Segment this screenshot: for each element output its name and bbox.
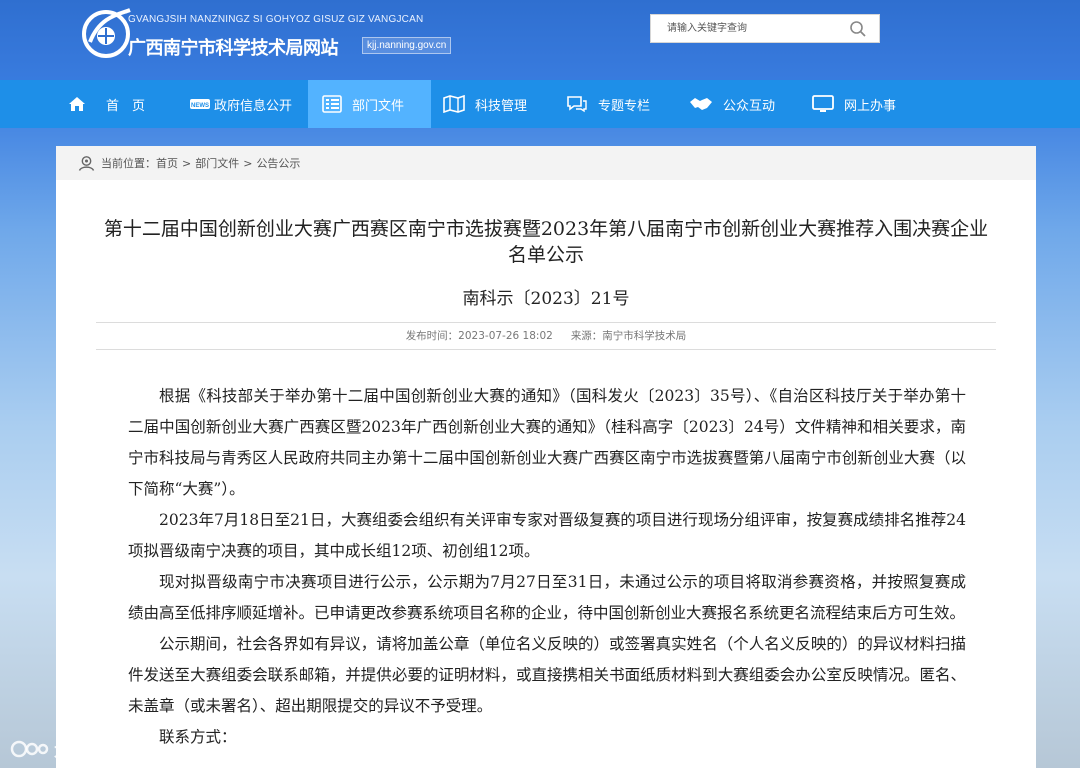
document-number: 南科示〔2023〕21号 [462,289,630,309]
search-box [650,14,880,43]
nav-label: 公众互动 [723,98,776,114]
breadcrumb-prefix: 当前位置： [101,157,156,170]
svg-text:NEWS: NEWS [191,103,209,109]
article-paragraph: 现对拟晋级南宁市决赛项目进行公示，公示期为7月27日至31日，未通过公示的项目将… [128,573,966,622]
handshake-icon [690,98,712,110]
home-icon [69,97,85,111]
publish-time: 发布时间：2023-07-26 18:02 [405,330,553,342]
breadcrumb: 当前位置： 首页 > 部门文件 > 公告公示 [56,146,1036,180]
nav-item-online-service[interactable]: 网上办事 [800,80,940,128]
article-title: 第十二届中国创新创业大赛广西赛区南宁市选拔赛暨2023年第八届南宁市创新创业大赛… [103,218,989,266]
article-paragraph: 2023年7月18日至21日，大赛组委会组织有关评审专家对晋级复赛的项目进行现场… [128,511,966,560]
location-icon [78,155,95,171]
nav-item-special[interactable]: 专题专栏 [554,80,677,128]
nav-item-tech-mgmt[interactable]: 科技管理 [431,80,554,128]
main-nav: 首 页 NEWS 政府信息公开 部门文件 科技管理 专题专栏 公众互动 网上办事 [0,80,1080,128]
nav-label: 网上办事 [844,98,897,114]
chat-icon [567,96,587,113]
logo-emblem-icon [82,8,131,58]
site-subtitle: GVANGJSIH NANZNINGZ SI GOHYOZ GISUZ GIZ … [128,14,424,25]
site-name: 广西南宁市科学技术局网站 [128,38,339,59]
monitor-icon [812,95,834,112]
article-meta: 发布时间：2023-07-26 18:02 来源：南宁市科学技术局 [96,322,996,350]
article-body: 根据《科技部关于举办第十二届中国创新创业大赛的通知》（国科发火〔2023〕35号… [128,381,966,753]
article-paragraph: 根据《科技部关于举办第十二届中国创新创业大赛的通知》（国科发火〔2023〕35号… [128,387,966,498]
site-header: GVANGJSIH NANZNINGZ SI GOHYOZ GISUZ GIZ … [0,0,1080,80]
search-input[interactable] [651,15,841,42]
breadcrumb-separator: > [243,156,253,170]
breadcrumb-separator: > [182,156,192,170]
document-list-icon [322,95,342,113]
site-domain: kjj.nanning.gov.cn [362,37,452,54]
content-panel: 当前位置： 首页 > 部门文件 > 公告公示 第十二届中国创新创业大赛广西赛区南… [56,146,1036,768]
nav-item-gov-info[interactable]: NEWS 政府信息公开 [170,80,308,128]
watermark-text: 大数跨境 [54,741,122,761]
nav-item-home[interactable]: 首 页 [0,80,170,128]
nav-label: 首 页 [106,98,146,114]
nav-item-interaction[interactable]: 公众互动 [677,80,800,128]
nav-item-dept-docs[interactable]: 部门文件 [308,80,431,128]
nav-label: 政府信息公开 [214,98,293,114]
nav-label: 部门文件 [352,98,405,114]
breadcrumb-link-home[interactable]: 首页 [156,155,178,171]
article-paragraph: 公示期间，社会各界如有异议，请将加盖公章（单位名义反映的）或签署真实姓名（个人名… [128,635,966,715]
search-icon[interactable] [849,20,867,38]
watermark-logo-icon [10,740,49,757]
breadcrumb-link-dept-docs[interactable]: 部门文件 [195,155,239,171]
map-icon [443,95,465,113]
nav-label: 科技管理 [475,98,528,114]
site-logo[interactable]: GVANGJSIH NANZNINGZ SI GOHYOZ GISUZ GIZ … [80,4,470,62]
article-source: 来源：南宁市科学技术局 [570,330,687,342]
watermark: 大数跨境 [10,736,122,761]
nav-label: 专题专栏 [598,98,651,114]
breadcrumb-link-notices[interactable]: 公告公示 [256,155,300,171]
article-paragraph: 联系方式： [159,728,237,746]
news-icon: NEWS [190,99,210,109]
